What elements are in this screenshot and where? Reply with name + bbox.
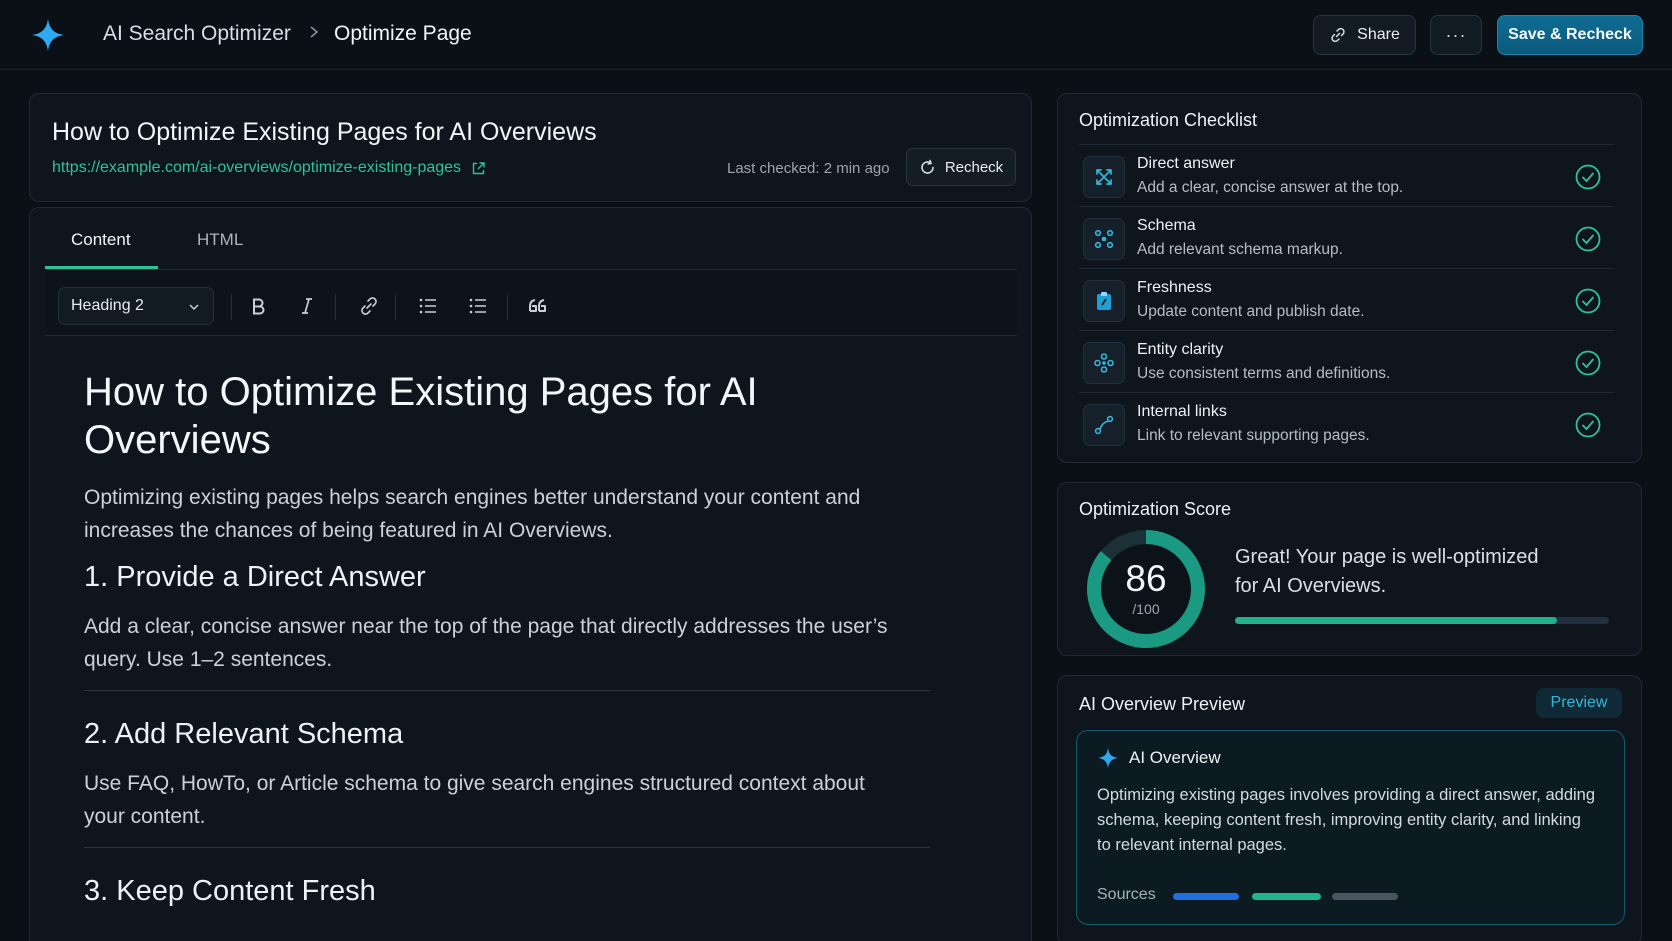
- page-title: How to Optimize Existing Pages for AI Ov…: [52, 118, 597, 146]
- format-toolbar: Heading 2: [45, 270, 1017, 336]
- ai-overview-text: Optimizing existing pages involves provi…: [1097, 786, 1596, 854]
- document-h1: How to Optimize Existing Pages for AI Ov…: [84, 370, 758, 462]
- breadcrumb-app[interactable]: AI Search Optimizer: [103, 22, 291, 46]
- numbered-list-icon: [419, 298, 436, 314]
- link-path-icon: [1083, 404, 1125, 446]
- sparkle-icon: [1098, 748, 1118, 768]
- checklist-item[interactable]: Freshness Update content and publish dat…: [1079, 268, 1614, 330]
- page-url-link[interactable]: https://example.com/ai-overviews/optimiz…: [52, 159, 486, 177]
- tab-content[interactable]: Content: [71, 230, 131, 250]
- document-section-heading: 1. Provide a Direct Answer: [84, 561, 426, 593]
- sparkle-logo-icon: [32, 19, 64, 51]
- checklist-item-title: Schema: [1137, 217, 1196, 234]
- check-circle-icon: [1575, 164, 1601, 190]
- recheck-button[interactable]: Recheck: [906, 148, 1016, 186]
- checklist-item-desc: Use consistent terms and definitions.: [1137, 365, 1391, 382]
- italic-button[interactable]: [294, 293, 320, 319]
- section-divider: [84, 690, 930, 691]
- checklist-title: Optimization Checklist: [1079, 110, 1258, 130]
- entity-cluster-icon: [1083, 342, 1125, 384]
- more-options-button[interactable]: ···: [1430, 15, 1482, 55]
- source-bar[interactable]: [1332, 893, 1398, 900]
- top-bar: AI Search Optimizer Optimize Page Share …: [0, 0, 1672, 70]
- link-icon: [361, 297, 377, 315]
- editor-card: Content HTML Heading 2 How to Optimize E…: [29, 207, 1032, 941]
- link-icon: [1331, 27, 1345, 43]
- expand-arrows-icon: [1083, 156, 1125, 198]
- document-section-body: Add a clear, concise answer near the top…: [84, 615, 888, 671]
- score-progress-bar: [1235, 617, 1609, 624]
- italic-icon: [302, 298, 312, 314]
- document-intro: Optimizing existing pages helps search e…: [84, 486, 861, 542]
- check-circle-icon: [1575, 226, 1601, 252]
- preview-title: AI Overview Preview: [1079, 694, 1246, 714]
- save-recheck-button[interactable]: Save & Recheck: [1497, 15, 1643, 55]
- bulleted-list-button[interactable]: [465, 293, 491, 319]
- checklist-item[interactable]: Schema Add relevant schema markup.: [1079, 206, 1614, 268]
- bulleted-list-icon: [469, 298, 486, 314]
- block-format-select[interactable]: Heading 2: [58, 287, 214, 325]
- bold-button[interactable]: [245, 293, 271, 319]
- breadcrumb-page: Optimize Page: [334, 22, 472, 45]
- checklist-item[interactable]: Entity clarity Use consistent terms and …: [1079, 330, 1614, 392]
- page-url-text[interactable]: https://example.com/ai-overviews/optimiz…: [52, 159, 461, 177]
- checklist-item-desc: Update content and publish date.: [1137, 303, 1365, 320]
- source-bar[interactable]: [1252, 893, 1321, 900]
- checklist-item-desc: Add relevant schema markup.: [1137, 241, 1343, 258]
- sources-label: Sources: [1097, 886, 1156, 903]
- checklist-item-title: Direct answer: [1137, 155, 1235, 172]
- score-progress-fill: [1235, 617, 1557, 624]
- page-header-card: How to Optimize Existing Pages for AI Ov…: [29, 93, 1032, 202]
- preview-badge[interactable]: Preview: [1536, 688, 1622, 718]
- checklist-item-title: Entity clarity: [1137, 341, 1224, 358]
- toolbar-divider: [507, 294, 508, 320]
- checklist-item-title: Internal links: [1137, 403, 1227, 420]
- last-checked-text: Last checked: 2 min ago: [727, 160, 890, 177]
- quote-icon: [529, 299, 546, 312]
- ai-overview-box: AI Overview Optimizing existing pages in…: [1076, 730, 1625, 925]
- section-divider: [84, 847, 930, 848]
- ai-overview-label: AI Overview: [1129, 748, 1221, 767]
- checklist-item[interactable]: Internal links Link to relevant supporti…: [1079, 392, 1614, 454]
- checklist-item-title: Freshness: [1137, 279, 1212, 296]
- toolbar-divider: [395, 294, 396, 320]
- chevron-right-icon: [310, 26, 319, 38]
- optimization-checklist-card: Optimization Checklist Direct answer Add…: [1057, 93, 1642, 463]
- share-button[interactable]: Share: [1313, 15, 1416, 55]
- checklist-item-desc: Add a clear, concise answer at the top.: [1137, 179, 1404, 196]
- schema-nodes-icon: [1083, 218, 1125, 260]
- active-tab-indicator: [45, 266, 158, 269]
- block-format-value: Heading 2: [71, 297, 144, 314]
- ai-overview-preview-card: AI Overview Preview Preview AI Overview …: [1057, 675, 1642, 941]
- score-max: /100: [1132, 601, 1160, 617]
- document-section-heading: 3. Keep Content Fresh: [84, 875, 376, 907]
- external-link-icon[interactable]: [471, 161, 486, 176]
- check-circle-icon: [1575, 350, 1601, 376]
- numbered-list-button[interactable]: [415, 293, 441, 319]
- source-bar[interactable]: [1173, 893, 1239, 900]
- refresh-icon: [921, 159, 934, 174]
- toolbar-divider: [335, 294, 336, 320]
- bold-icon: [253, 298, 265, 315]
- score-title: Optimization Score: [1079, 499, 1232, 519]
- document-section-body: Use FAQ, HowTo, or Article schema to giv…: [84, 772, 865, 828]
- ai-overview-header: AI Overview: [1097, 747, 1221, 769]
- tab-html[interactable]: HTML: [197, 230, 243, 250]
- blockquote-button[interactable]: [525, 293, 551, 319]
- clipboard-icon: [1083, 280, 1125, 322]
- checklist-item-desc: Link to relevant supporting pages.: [1137, 427, 1370, 444]
- recheck-label: Recheck: [944, 158, 1004, 176]
- check-circle-icon: [1575, 412, 1601, 438]
- check-circle-icon: [1575, 288, 1601, 314]
- document-section-heading: 2. Add Relevant Schema: [84, 718, 404, 750]
- checklist-item[interactable]: Direct answer Add a clear, concise answe…: [1079, 144, 1614, 206]
- chevron-down-icon: [189, 304, 199, 311]
- score-message: Great! Your page is well-optimized for A…: [1235, 546, 1539, 597]
- insert-link-button[interactable]: [356, 293, 382, 319]
- share-label: Share: [1357, 26, 1400, 43]
- toolbar-divider: [231, 294, 232, 320]
- score-value: 86: [1125, 558, 1167, 599]
- optimization-score-card: Optimization Score 86 /100 Great! Your p…: [1057, 482, 1642, 656]
- editor-tabs: Content HTML: [45, 208, 1017, 270]
